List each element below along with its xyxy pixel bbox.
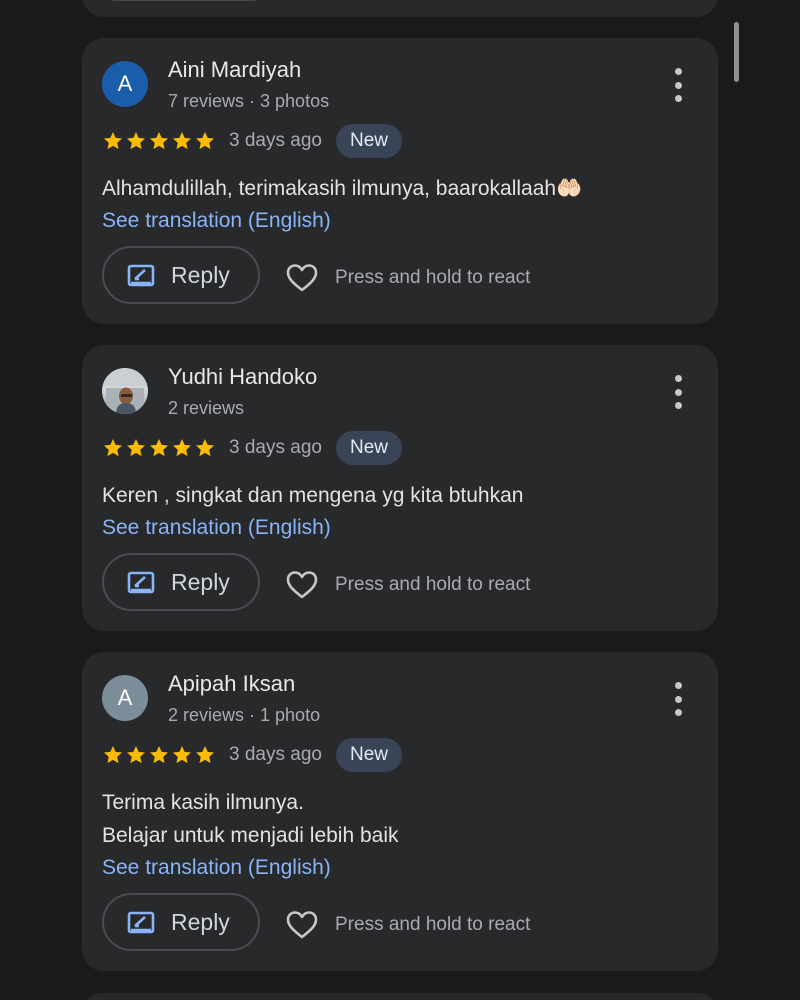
avatar[interactable]: A [102, 61, 148, 107]
star-icon [173, 439, 191, 457]
react-area[interactable]: Press and hold to react [285, 258, 530, 298]
rating-row: 3 days ago New [102, 738, 402, 772]
star-icon [173, 746, 191, 764]
star-rating [102, 437, 216, 459]
reviewer-meta: 2 reviews [168, 398, 245, 418]
reply-label: Reply [171, 261, 230, 288]
reviewer-name[interactable]: Yudhi Handoko [168, 364, 317, 390]
review-text-line: Keren , singkat dan mengena yg kita btuh… [102, 484, 524, 507]
reply-edit-icon [127, 571, 155, 594]
new-badge: New [335, 124, 402, 158]
review-card: A Apipah Iksan 2 reviews · 1 photo 3 day… [82, 652, 718, 971]
react-hint: Press and hold to react [335, 914, 531, 935]
rating-row: 3 days ago New [102, 124, 402, 158]
reviewer-name[interactable]: Aini Mardiyah [168, 57, 301, 83]
reply-label: Reply [171, 908, 230, 935]
review-text: Keren , singkat dan mengena yg kita btuh… [102, 479, 702, 512]
heart-icon[interactable] [285, 262, 319, 294]
new-badge: New [335, 738, 402, 772]
star-icon [150, 132, 168, 150]
review-text-line: Alhamdulillah, terimakasih ilmunya, baar… [102, 177, 583, 200]
avatar[interactable] [102, 368, 148, 414]
see-translation-link[interactable]: See translation (English) [102, 856, 331, 880]
see-translation-link[interactable]: See translation (English) [102, 209, 331, 233]
star-icon [150, 746, 168, 764]
reviews-page: A Aini Mardiyah 7 reviews · 3 photos 3 d… [0, 0, 800, 1000]
more-options-icon[interactable] [668, 682, 688, 716]
reply-button[interactable]: Reply [102, 553, 260, 611]
review-text-line: Belajar untuk menjadi lebih baik [102, 824, 399, 847]
profile-photo-icon [102, 368, 148, 414]
review-text-line: Terima kasih ilmunya. [102, 791, 304, 814]
reply-edit-icon [127, 264, 155, 287]
reply-button[interactable]: Reply [102, 893, 260, 951]
star-icon [150, 439, 168, 457]
reply-edit-icon [127, 911, 155, 934]
star-icon [127, 746, 145, 764]
review-date: 3 days ago [229, 744, 322, 765]
reviewer-meta: 2 reviews · 1 photo [168, 705, 321, 725]
more-options-icon[interactable] [668, 375, 688, 409]
new-badge: New [335, 431, 402, 465]
scrollbar[interactable] [734, 22, 739, 82]
review-text: Terima kasih ilmunya. Belajar untuk menj… [102, 786, 702, 852]
heart-icon[interactable] [285, 569, 319, 601]
see-translation-link[interactable]: See translation (English) [102, 516, 331, 540]
star-icon [104, 132, 122, 150]
react-area[interactable]: Press and hold to react [285, 565, 530, 605]
review-date: 3 days ago [229, 130, 322, 151]
reviewer-name[interactable]: Apipah Iksan [168, 671, 295, 697]
star-icon [127, 132, 145, 150]
review-card: Yudhi Handoko 2 reviews 3 days ago New K… [82, 345, 718, 631]
heart-icon[interactable] [285, 909, 319, 941]
reply-label: Reply [171, 568, 230, 595]
react-hint: Press and hold to react [335, 574, 531, 595]
star-rating [102, 130, 216, 152]
react-area[interactable]: Press and hold to react [285, 905, 530, 945]
review-card: A Aini Mardiyah 7 reviews · 3 photos 3 d… [82, 38, 718, 324]
reply-button[interactable]: Reply [102, 246, 260, 304]
review-date: 3 days ago [229, 437, 322, 458]
star-icon [104, 439, 122, 457]
more-options-icon[interactable] [668, 68, 688, 102]
star-icon [196, 132, 214, 150]
next-review-card [82, 993, 718, 1000]
star-rating [102, 744, 216, 766]
star-icon [173, 132, 191, 150]
previous-reply-button-edge[interactable] [102, 0, 266, 1]
star-icon [127, 439, 145, 457]
star-icon [104, 746, 122, 764]
reviewer-meta: 7 reviews · 3 photos [168, 91, 330, 111]
review-text: Alhamdulillah, terimakasih ilmunya, baar… [102, 172, 702, 205]
previous-review-card [82, 0, 718, 17]
star-icon [196, 746, 214, 764]
avatar[interactable]: A [102, 675, 148, 721]
rating-row: 3 days ago New [102, 431, 402, 465]
react-hint: Press and hold to react [335, 267, 531, 288]
star-icon [196, 439, 214, 457]
